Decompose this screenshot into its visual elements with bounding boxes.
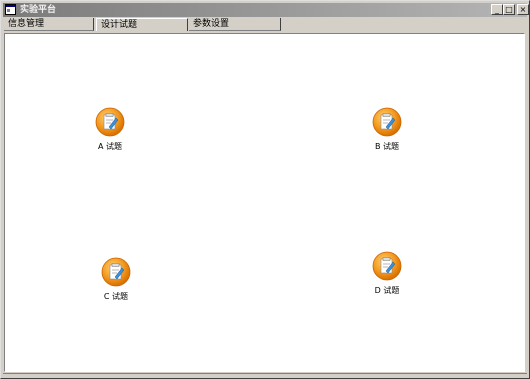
app-window-icon (5, 4, 16, 15)
edit-document-icon[interactable] (372, 251, 402, 281)
maximize-button[interactable]: □ (503, 4, 515, 15)
title-bar[interactable]: 实验平台 _ □ × (3, 3, 529, 17)
exam-d-label[interactable]: D 试题 (357, 286, 417, 296)
exam-c-label[interactable]: C 试题 (86, 292, 146, 302)
tab-info-management[interactable]: 信息管理 (4, 18, 94, 31)
exam-panel (4, 33, 525, 372)
edit-document-icon[interactable] (95, 107, 125, 137)
exam-b-label[interactable]: B 试题 (357, 142, 417, 152)
exam-a-label[interactable]: A 试题 (80, 142, 140, 152)
tab-design-exam[interactable]: 设计试题 (96, 18, 188, 31)
close-button[interactable]: × (517, 4, 529, 15)
window-title: 实验平台 (20, 5, 57, 15)
bottom-edge (3, 373, 527, 378)
exam-b-item[interactable]: B 试题 (357, 107, 417, 159)
exam-d-item[interactable]: D 试题 (357, 251, 417, 303)
main-window: 实验平台 _ □ × 信息管理 设计试题 参数设置 A 试题 B 试题 C 试题… (0, 0, 530, 379)
minimize-button[interactable]: _ (491, 4, 503, 15)
exam-c-item[interactable]: C 试题 (86, 257, 146, 309)
edit-document-icon[interactable] (372, 107, 402, 137)
tab-parameter-settings[interactable]: 参数设置 (189, 18, 281, 31)
tab-bar: 信息管理 设计试题 参数设置 (3, 18, 527, 32)
exam-a-item[interactable]: A 试题 (80, 107, 140, 159)
edit-document-icon[interactable] (101, 257, 131, 287)
